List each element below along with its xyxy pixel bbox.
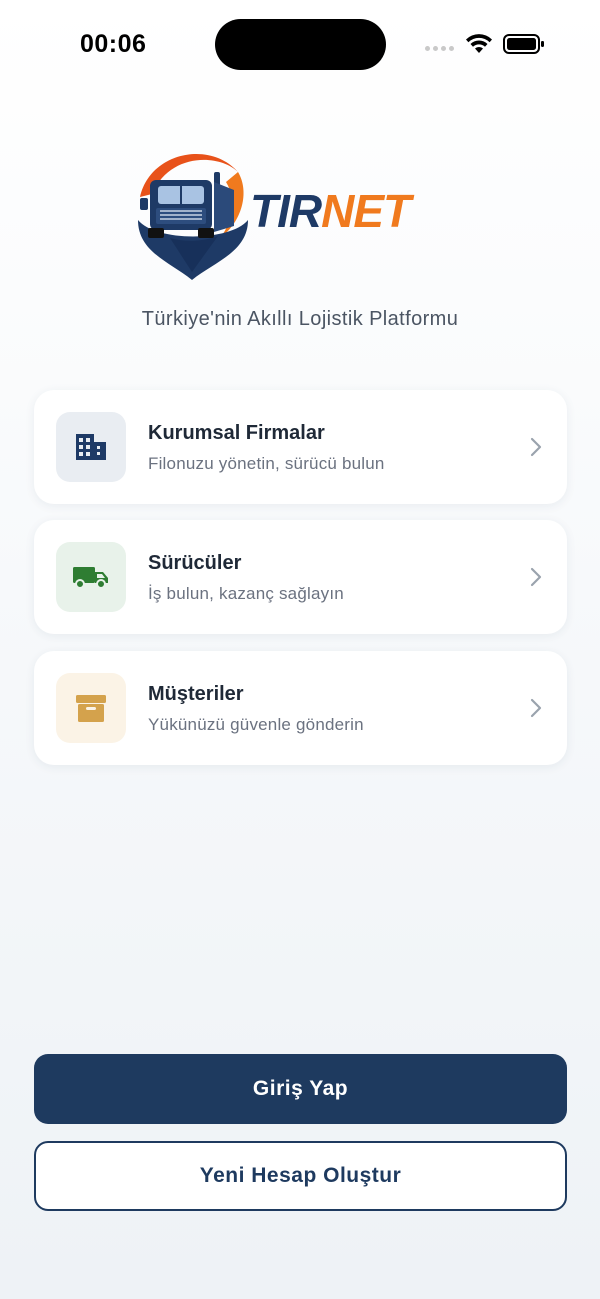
brand-wordmark: TIRNET	[250, 185, 411, 237]
chevron-right-icon	[530, 698, 542, 718]
card-customers[interactable]: Müşteriler Yükünüzü güvenle gönderin	[34, 651, 567, 765]
login-button[interactable]: Giriş Yap	[34, 1054, 567, 1124]
brand-name-part2: NET	[321, 185, 411, 237]
card-corporate-firms[interactable]: Kurumsal Firmalar Filonuzu yönetin, sürü…	[34, 390, 567, 504]
card-drivers[interactable]: Sürücüler İş bulun, kazanç sağlayın	[34, 520, 567, 634]
card-icon-container	[56, 673, 126, 743]
cellular-signal-icon	[425, 46, 454, 51]
tagline: Türkiye'nin Akıllı Lojistik Platformu	[141, 308, 459, 330]
card-subtitle: Filonuzu yönetin, sürücü bulun	[148, 454, 385, 473]
create-account-button[interactable]: Yeni Hesap Oluştur	[34, 1141, 567, 1211]
status-bar: 00:06	[0, 0, 600, 90]
dynamic-island	[215, 19, 386, 70]
box-icon	[76, 695, 106, 722]
brand-name-part1: TIR	[250, 185, 322, 237]
card-icon-container	[56, 542, 126, 612]
chevron-right-icon	[530, 567, 542, 587]
wifi-icon	[466, 34, 492, 53]
card-title: Kurumsal Firmalar	[148, 422, 325, 444]
card-title: Müşteriler	[148, 683, 244, 705]
battery-icon	[503, 34, 544, 54]
chevron-right-icon	[530, 437, 542, 457]
truck-icon	[73, 567, 108, 589]
card-title: Sürücüler	[148, 552, 242, 574]
building-icon	[76, 434, 106, 460]
card-subtitle: Yükünüzü güvenle gönderin	[148, 715, 364, 734]
card-subtitle: İş bulun, kazanç sağlayın	[148, 584, 344, 603]
card-icon-container	[56, 412, 126, 482]
status-time: 00:06	[80, 30, 147, 58]
